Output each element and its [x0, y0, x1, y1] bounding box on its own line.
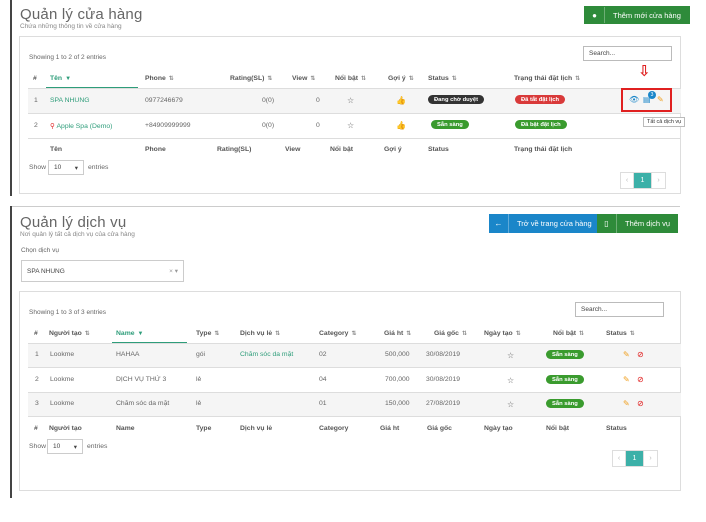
star-icon[interactable]: ☆ [507, 401, 514, 409]
table-row [28, 89, 681, 113]
status-badge: Sẵn sàng [546, 350, 584, 359]
arrow-left-icon: ← [489, 214, 509, 233]
page-subtitle: Chứa những thông tin về cửa hàng [20, 23, 122, 30]
prev-page[interactable]: ‹ [613, 451, 626, 466]
thumbs-up-icon[interactable]: 👍 [396, 97, 406, 105]
choose-service-label: Chọn dịch vụ [21, 247, 59, 254]
edit-pencil-icon[interactable]: ✎ [623, 376, 630, 384]
col-phone[interactable]: Phone ⇅ [145, 75, 174, 82]
status-badge: Sẵn sàng [431, 120, 469, 129]
location-pin-icon: ⚲ [50, 123, 55, 130]
col-creator[interactable]: Người tạo ⇅ [49, 330, 90, 337]
col-suggest[interactable]: Gợi ý ⇅ [388, 75, 414, 82]
col-created-date[interactable]: Ngày tạo ⇅ [484, 330, 521, 337]
col-num: # [33, 75, 37, 82]
add-service-button[interactable]: ▯ Thêm dịch vụ [597, 214, 679, 233]
star-icon[interactable]: ☆ [347, 97, 354, 105]
star-icon[interactable]: ☆ [507, 377, 514, 385]
next-page[interactable]: › [644, 451, 657, 466]
page-1[interactable]: 1 [634, 173, 652, 188]
col-type[interactable]: Type ⇅ [196, 330, 219, 337]
star-icon[interactable]: ☆ [507, 352, 514, 360]
search-input[interactable]: Search... [583, 46, 672, 61]
edit-pencil-icon[interactable]: ✎ [623, 400, 630, 408]
col-category[interactable]: Category ⇅ [319, 330, 357, 337]
location-pin-icon: ● [585, 7, 605, 23]
ban-icon[interactable]: ⊘ [637, 351, 644, 359]
back-to-store-button[interactable]: ← Trở về trang cửa hàng [489, 214, 600, 233]
status-badge: Sẵn sàng [546, 375, 584, 384]
edit-pencil-icon[interactable]: ✎ [657, 96, 664, 104]
tooltip: Tất cả dịch vụ [643, 117, 686, 127]
store-name-link[interactable]: SPA NHUNG [50, 97, 90, 104]
star-icon[interactable]: ☆ [347, 122, 354, 130]
booking-badge: Đã tắt đặt lịch [515, 95, 566, 104]
document-icon: ▯ [597, 214, 617, 233]
page-size-select[interactable]: 10 ▾ [48, 160, 84, 175]
col-single[interactable]: Dịch vụ lẻ ⇅ [240, 330, 280, 337]
next-page[interactable]: › [652, 173, 665, 188]
ban-icon[interactable]: ⊘ [637, 400, 644, 408]
page-1[interactable]: 1 [626, 451, 644, 466]
left-border [10, 206, 12, 498]
arrow-down-icon: ⇩ [638, 63, 651, 80]
col-booking-status[interactable]: Trạng thái đặt lịch ⇅ [514, 75, 580, 82]
entries-info: Showing 1 to 2 of 2 entries [29, 54, 106, 61]
search-input[interactable]: Search... [575, 302, 664, 317]
services-count-badge: 3 [648, 91, 656, 99]
col-featured[interactable]: Nổi bật ⇅ [335, 75, 366, 82]
col-original-price[interactable]: Giá gốc ⇅ [434, 330, 467, 337]
eye-icon[interactable]: 👁 [629, 96, 639, 104]
col-price[interactable]: Giá ht ⇅ [384, 330, 411, 337]
thumbs-up-icon[interactable]: 👍 [396, 122, 406, 130]
col-featured[interactable]: Nổi bật ⇅ [553, 330, 584, 337]
col-name-sort[interactable]: Tên ▼ [50, 75, 71, 82]
col-rating[interactable]: Rating(SL) ⇅ [230, 75, 272, 82]
store-name-link[interactable]: ⚲ Apple Spa (Demo) [50, 122, 112, 130]
col-status[interactable]: Status ⇅ [606, 330, 635, 337]
services-panel [19, 291, 681, 491]
col-name-sort[interactable]: Name ▼ [116, 330, 143, 337]
store-select[interactable]: SPA NHUNG × ▾ [21, 260, 184, 282]
col-status[interactable]: Status ⇅ [428, 75, 457, 82]
add-store-button[interactable]: ● Thêm mới cửa hàng [584, 6, 690, 24]
status-badge: Đang chờ duyệt [428, 95, 485, 104]
ban-icon[interactable]: ⊘ [637, 376, 644, 384]
col-view[interactable]: View ⇅ [292, 75, 315, 82]
edit-pencil-icon[interactable]: ✎ [623, 351, 630, 359]
stores-panel [19, 36, 681, 194]
page-subtitle: Nơi quản lý tất cả dịch vụ của cửa hàng [20, 231, 135, 238]
single-service-link[interactable]: Chăm sóc da mặt [240, 351, 293, 358]
entries-info: Showing 1 to 3 of 3 entries [29, 309, 106, 316]
left-border [10, 0, 12, 196]
pagination: ‹ 1 › [612, 450, 658, 467]
page-size-select[interactable]: 10 ▾ [47, 439, 83, 454]
booking-badge: Đã bật đặt lịch [515, 120, 567, 129]
status-badge: Sẵn sàng [546, 399, 584, 408]
pagination: ‹ 1 › [620, 172, 666, 189]
page-title: Quản lý cửa hàng [20, 6, 143, 23]
prev-page[interactable]: ‹ [621, 173, 634, 188]
page-title: Quản lý dịch vụ [20, 214, 127, 231]
